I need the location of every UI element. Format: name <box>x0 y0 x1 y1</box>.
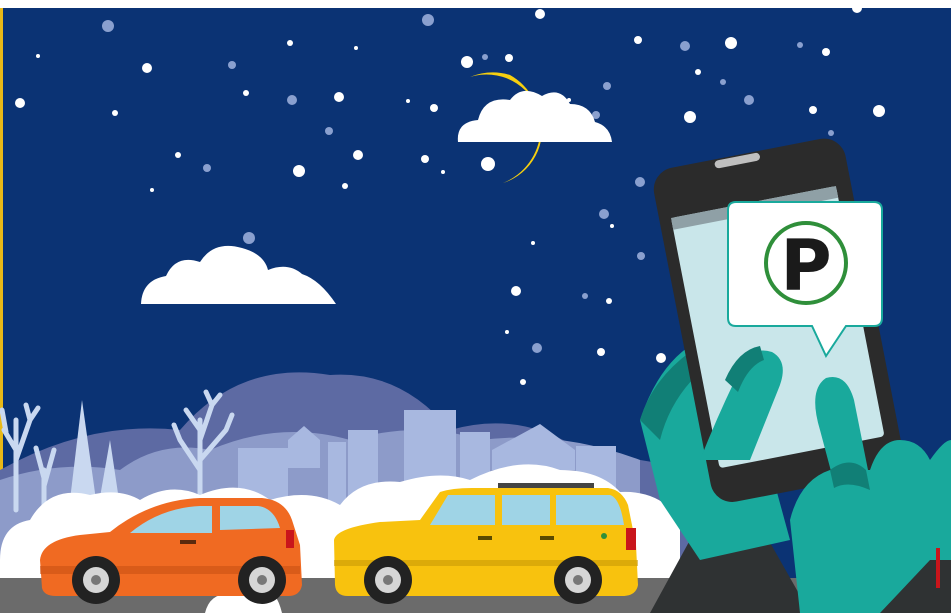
night-parking-illustration: P <box>0 0 951 613</box>
parking-letter: P <box>780 225 831 307</box>
illustration-canvas: P <box>0 0 951 613</box>
top-white-strip <box>0 0 951 8</box>
